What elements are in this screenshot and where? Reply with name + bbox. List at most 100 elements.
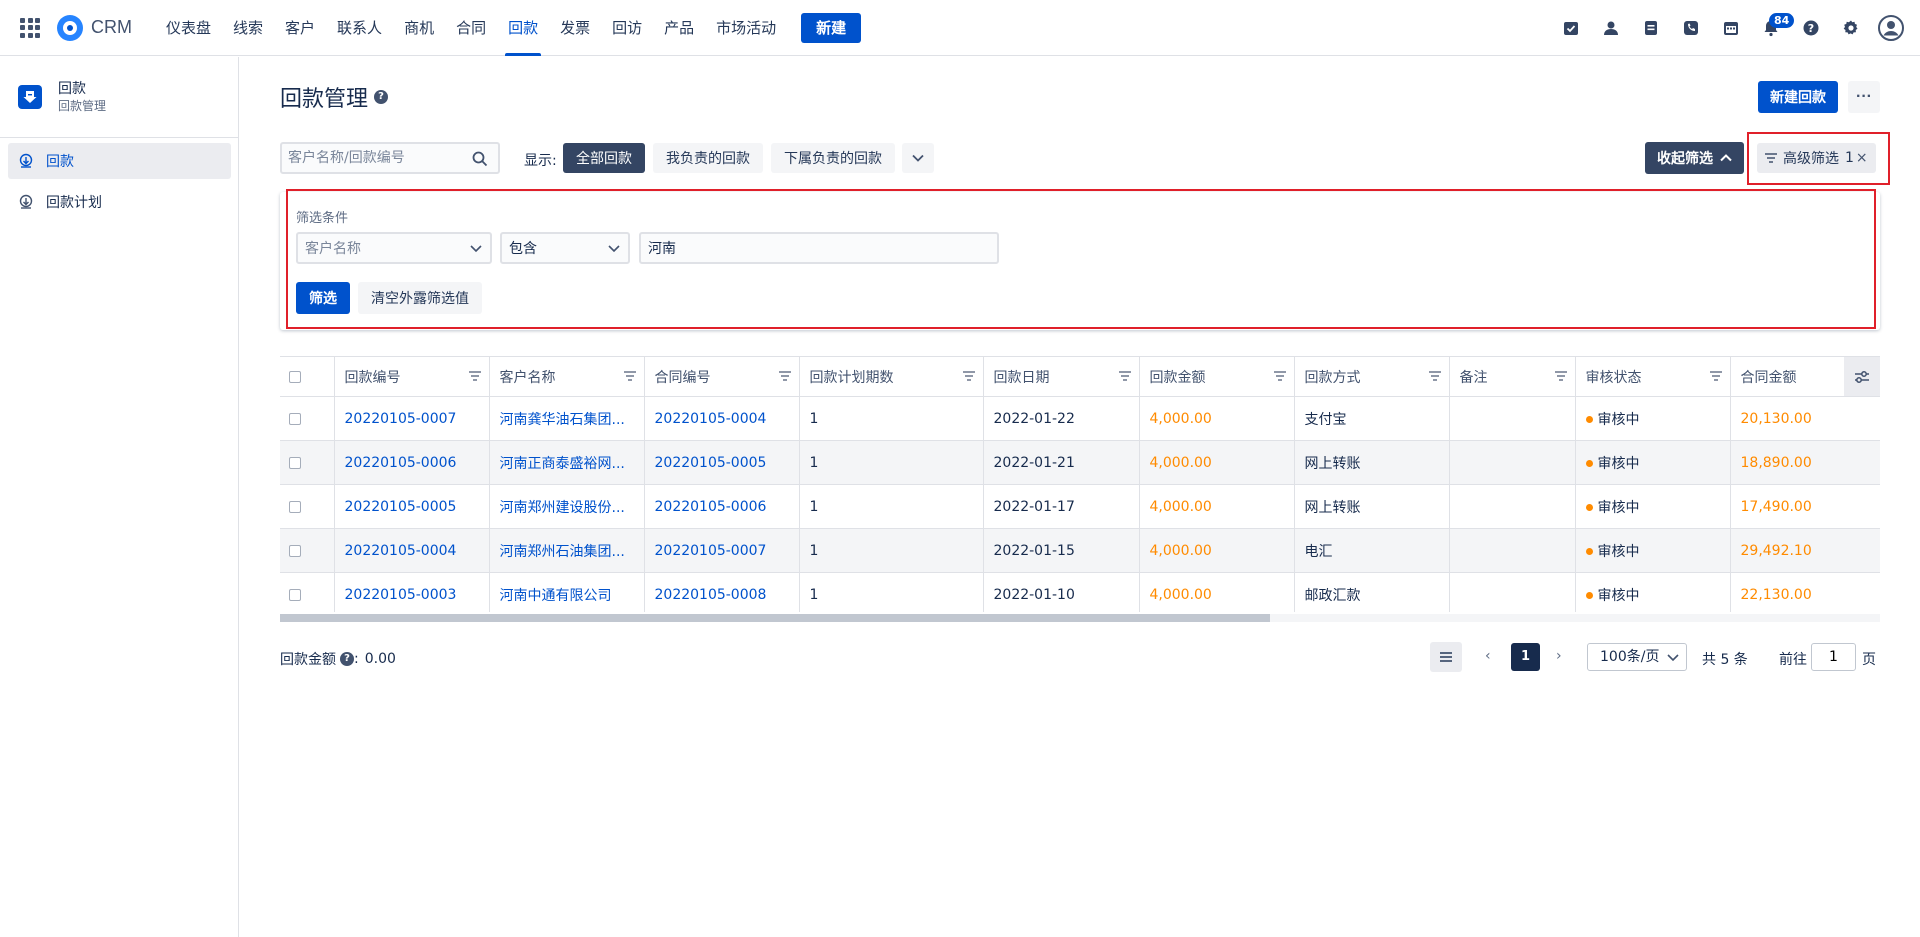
- column-header[interactable]: 审核状态: [1575, 356, 1731, 397]
- column-settings-button[interactable]: [1844, 356, 1880, 396]
- cell-no[interactable]: 20220105-0004: [334, 528, 490, 573]
- column-header[interactable]: 回款金额: [1139, 356, 1295, 397]
- row-checkbox[interactable]: [289, 588, 301, 601]
- table-row[interactable]: 20220105-0006 河南正商泰盛裕网... 20220105-0005 1 20…: [280, 440, 1880, 485]
- nav-item[interactable]: 客户: [274, 0, 326, 56]
- cell-amount: 4,000.00: [1139, 440, 1295, 485]
- segment-subordinate-payments[interactable]: 下属负责的回款: [771, 143, 895, 173]
- new-payment-button[interactable]: 新建回款: [1758, 81, 1838, 113]
- more-actions-button[interactable]: ···: [1848, 81, 1880, 113]
- sidebar-item-payment-plan[interactable]: 回款计划: [8, 184, 231, 220]
- segment-my-payments[interactable]: 我负责的回款: [653, 143, 763, 173]
- column-header[interactable]: 回款日期: [983, 356, 1140, 397]
- column-header[interactable]: 回款方式: [1294, 356, 1450, 397]
- total-help-icon[interactable]: ?: [340, 652, 354, 666]
- nav-item[interactable]: 商机: [393, 0, 445, 56]
- cell-contract[interactable]: 20220105-0007: [644, 528, 800, 573]
- nav-item[interactable]: 发票: [549, 0, 601, 56]
- cell-contract[interactable]: 20220105-0004: [644, 396, 800, 441]
- prev-page-button[interactable]: ‹: [1485, 648, 1491, 664]
- nav-item[interactable]: 仪表盘: [155, 0, 222, 56]
- nav-item[interactable]: 回款: [497, 0, 549, 56]
- table-row[interactable]: 20220105-0004 河南郑州石油集团... 20220105-0007 1 20…: [280, 528, 1880, 573]
- search-input[interactable]: [288, 150, 468, 166]
- nav-item[interactable]: 产品: [653, 0, 705, 56]
- column-header[interactable]: 回款计划期数: [799, 356, 984, 397]
- help-icon[interactable]: ?: [1798, 15, 1824, 41]
- sidebar-item-payment[interactable]: 回款: [8, 143, 231, 179]
- page-size-select[interactable]: 100条/页: [1587, 643, 1687, 671]
- cell-customer[interactable]: 河南正商泰盛裕网...: [489, 440, 645, 485]
- nav-item[interactable]: 联系人: [326, 0, 393, 56]
- column-header[interactable]: 备注: [1449, 356, 1576, 397]
- page-title-row: 回款管理 ?: [280, 81, 389, 113]
- list-view-toggle[interactable]: [1430, 642, 1462, 672]
- cell-no[interactable]: 20220105-0003: [334, 572, 490, 612]
- column-filter-icon[interactable]: [1428, 371, 1441, 381]
- nav-item[interactable]: 合同: [445, 0, 497, 56]
- column-filter-icon[interactable]: [468, 371, 481, 381]
- cell-customer[interactable]: 河南中通有限公司: [489, 572, 645, 612]
- app-switcher-icon[interactable]: [20, 17, 40, 38]
- task-icon[interactable]: [1558, 15, 1584, 41]
- cell-method: 网上转账: [1294, 484, 1450, 529]
- status-dot-icon: [1585, 460, 1593, 467]
- cell-contract[interactable]: 20220105-0006: [644, 484, 800, 529]
- row-checkbox[interactable]: [289, 500, 301, 513]
- avatar-icon[interactable]: [1878, 15, 1904, 41]
- cell-contract[interactable]: 20220105-0008: [644, 572, 800, 612]
- global-new-button[interactable]: 新建: [801, 12, 862, 43]
- horizontal-scrollbar[interactable]: [280, 614, 1880, 622]
- column-filter-icon[interactable]: [623, 371, 636, 381]
- next-page-button[interactable]: ›: [1556, 648, 1562, 664]
- column-filter-icon[interactable]: [778, 371, 791, 381]
- scrollbar-thumb[interactable]: [280, 614, 1270, 622]
- nav-item[interactable]: 线索: [222, 0, 274, 56]
- row-checkbox[interactable]: [289, 412, 301, 425]
- calendar-icon[interactable]: [1718, 15, 1744, 41]
- note-icon[interactable]: [1638, 15, 1664, 41]
- table-row[interactable]: 20220105-0005 河南郑州建设股份... 20220105-0006 1 20…: [280, 484, 1880, 529]
- cell-customer[interactable]: 河南龚华油石集团...: [489, 396, 645, 441]
- column-filter-icon[interactable]: [1273, 371, 1286, 381]
- column-filter-icon[interactable]: [962, 371, 975, 381]
- cell-amount: 4,000.00: [1139, 528, 1295, 573]
- column-header[interactable]: 客户名称: [489, 356, 645, 397]
- cell-contract-amount: 29,492.10: [1730, 528, 1880, 573]
- row-checkbox[interactable]: [289, 544, 301, 557]
- cell-no[interactable]: 20220105-0005: [334, 484, 490, 529]
- nav-item[interactable]: 回访: [601, 0, 653, 56]
- cell-no[interactable]: 20220105-0007: [334, 396, 490, 441]
- gear-icon[interactable]: [1838, 15, 1864, 41]
- cell-no[interactable]: 20220105-0006: [334, 440, 490, 485]
- show-label: 显示:: [524, 153, 557, 169]
- column-filter-icon[interactable]: [1554, 371, 1567, 381]
- column-filter-icon[interactable]: [1118, 371, 1131, 381]
- cell-method: 支付宝: [1294, 396, 1450, 441]
- phone-icon[interactable]: [1678, 15, 1704, 41]
- column-filter-icon[interactable]: [1709, 371, 1722, 381]
- collapse-filter-button[interactable]: 收起筛选: [1645, 142, 1744, 174]
- bell-icon[interactable]: 84: [1758, 13, 1795, 41]
- table-row[interactable]: 20220105-0007 河南龚华油石集团... 20220105-0004 1 20…: [280, 396, 1880, 441]
- cell-customer[interactable]: 河南郑州石油集团...: [489, 528, 645, 573]
- nav-item[interactable]: 市场活动: [705, 0, 787, 56]
- page-help-icon[interactable]: ?: [374, 90, 389, 104]
- segment-more-dropdown[interactable]: [902, 143, 934, 173]
- cell-customer[interactable]: 河南郑州建设股份...: [489, 484, 645, 529]
- contact-icon[interactable]: [1598, 15, 1624, 41]
- goto-page-input[interactable]: [1811, 643, 1856, 671]
- row-checkbox[interactable]: [289, 456, 301, 469]
- table-row[interactable]: 20220105-0003 河南中通有限公司 20220105-0008 1 2022-…: [280, 572, 1880, 612]
- cell-date: 2022-01-10: [983, 572, 1140, 612]
- segment-all-payments[interactable]: 全部回款: [563, 143, 645, 173]
- row-select-cell: [280, 572, 335, 612]
- column-header[interactable]: 合同编号: [644, 356, 800, 397]
- column-header[interactable]: 回款编号: [334, 356, 490, 397]
- cell-contract[interactable]: 20220105-0005: [644, 440, 800, 485]
- page-number-current[interactable]: 1: [1511, 643, 1540, 671]
- page-title: 回款管理: [280, 87, 369, 112]
- search-icon[interactable]: [472, 151, 488, 167]
- select-all-checkbox[interactable]: [289, 370, 301, 383]
- sidebar-item-label: 回款计划: [46, 195, 102, 211]
